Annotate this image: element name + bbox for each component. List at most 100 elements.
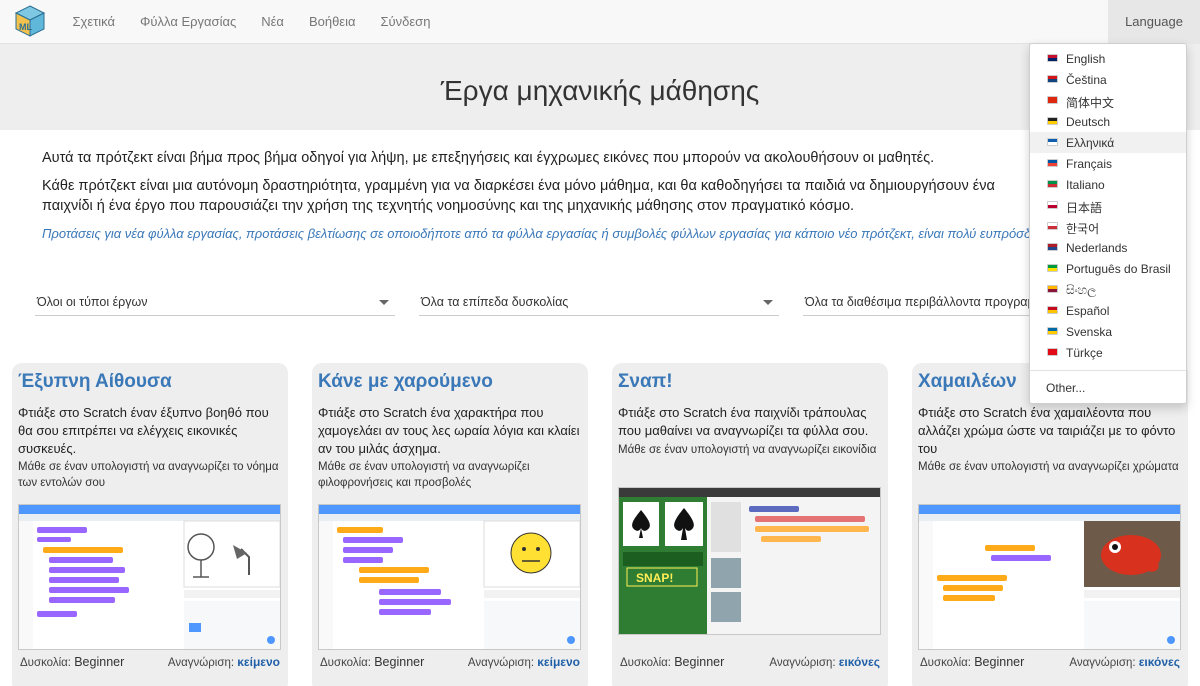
- language-label: Nederlands: [1066, 241, 1128, 255]
- hero-banner: Έργα μηχανικής μάθησης: [0, 44, 1200, 130]
- recognition-value: εικόνες: [838, 655, 880, 669]
- card-title: Χαμαιλέων: [918, 371, 1017, 392]
- project-card-snap[interactable]: Σναπ! Φτιάξε στο Scratch ένα παιχνίδι τρ…: [612, 363, 888, 686]
- language-option-chinese[interactable]: 简体中文: [1030, 90, 1186, 111]
- card-meta: Δυσκολία: Beginner Αναγνώριση: κείμενο: [20, 655, 282, 669]
- language-option-greek[interactable]: Ελληνικά: [1030, 132, 1186, 153]
- language-option-german[interactable]: Deutsch: [1030, 111, 1186, 132]
- nav-link-help[interactable]: Βοήθεια: [296, 0, 368, 44]
- language-option-portuguese-brazil[interactable]: Português do Brasil: [1030, 258, 1186, 279]
- brazil-flag-icon: [1047, 264, 1058, 272]
- recognition: Αναγνώριση: κείμενο: [468, 655, 580, 669]
- difficulty-label: Δυσκολία:: [20, 657, 72, 669]
- chevron-down-icon: [379, 300, 389, 305]
- language-option-swedish[interactable]: Svenska: [1030, 321, 1186, 342]
- language-option-english[interactable]: English: [1030, 48, 1186, 69]
- language-label: සිංහල: [1066, 283, 1097, 297]
- language-option-other[interactable]: Other...: [1046, 381, 1085, 395]
- korea-flag-icon: [1047, 222, 1058, 230]
- difficulty-value: Beginner: [974, 655, 1025, 669]
- recognition-label: Αναγνώριση:: [1069, 657, 1136, 669]
- language-label: 简体中文: [1066, 96, 1115, 110]
- card-meta: Δυσκολία: Beginner Αναγνώριση: εικόνες: [920, 655, 1182, 669]
- language-label: Svenska: [1066, 325, 1113, 339]
- chevron-down-icon: [763, 300, 773, 305]
- intro-paragraph-1: Αυτά τα πρότζεκτ είναι βήμα προς βήμα οδ…: [42, 150, 935, 166]
- recognition-label: Αναγνώριση:: [467, 657, 535, 669]
- page-title: Έργα μηχανικής μάθησης: [440, 75, 760, 106]
- language-option-czech[interactable]: Čeština: [1030, 69, 1186, 90]
- language-option-french[interactable]: Français: [1030, 153, 1186, 174]
- difficulty-label: Δυσκολία:: [620, 657, 672, 669]
- japan-flag-icon: [1047, 201, 1058, 209]
- china-flag-icon: [1047, 96, 1058, 104]
- germany-flag-icon: [1047, 117, 1058, 125]
- top-navbar: ML Σχετικά Φύλλα Εργασίας Νέα Βοήθεια Σύ…: [0, 0, 1200, 44]
- project-card-chameleon[interactable]: Χαμαιλέων Φτιάξε στο Scratch ένα χαμαιλέ…: [912, 363, 1188, 686]
- project-card-smart-classroom[interactable]: Έξυπνη Αίθουσα Φτιάξε στο Scratch έναν έ…: [12, 363, 288, 686]
- snap-banner-text: SNAP!: [636, 571, 673, 585]
- card-meta: Δυσκολία: Beginner Αναγνώριση: κείμενο: [320, 655, 582, 669]
- recognition-value: κείμενο: [237, 655, 280, 669]
- language-label: Italiano: [1066, 178, 1105, 192]
- france-flag-icon: [1047, 159, 1058, 167]
- card-description: Φτιάξε στο Scratch ένα χαμαιλέοντα που α…: [918, 405, 1176, 456]
- language-option-italian[interactable]: Italiano: [1030, 174, 1186, 195]
- recognition-label: Αναγνώριση:: [769, 657, 836, 669]
- nav-link-about[interactable]: Σχετικά: [60, 0, 128, 44]
- language-label: English: [1066, 52, 1106, 66]
- recognition: Αναγνώριση: εικόνες: [769, 655, 880, 669]
- make-me-happy-screenshot: [318, 504, 581, 650]
- card-title: Έξυπνη Αίθουσα: [18, 371, 172, 392]
- chameleon-screenshot: [918, 504, 1181, 650]
- czech-flag-icon: [1047, 75, 1058, 83]
- project-card-make-me-happy[interactable]: Κάνε με χαρούμενο Φτιάξε στο Scratch ένα…: [312, 363, 588, 686]
- language-label: 한국어: [1066, 222, 1100, 236]
- suggestions-link[interactable]: Προτάσεις για νέα φύλλα εργασίας, προτάσ…: [42, 224, 1064, 244]
- language-label: Türkçe: [1066, 346, 1103, 360]
- snap-screenshot: SNAP!: [618, 487, 881, 635]
- card-description: Φτιάξε στο Scratch ένα παιχνίδι τράπουλα…: [618, 405, 869, 438]
- difficulty-filter-value: Όλα τα επίπεδα δυσκολίας: [421, 295, 569, 309]
- uk-flag-icon: [1047, 54, 1058, 62]
- sweden-flag-icon: [1047, 327, 1058, 335]
- spain-flag-icon: [1047, 306, 1058, 314]
- nav-link-login[interactable]: Σύνδεση: [368, 0, 443, 44]
- language-option-spanish[interactable]: Español: [1030, 300, 1186, 321]
- difficulty-value: Beginner: [374, 655, 425, 669]
- project-type-filter[interactable]: Όλοι οι τύποι έργων: [35, 287, 395, 316]
- language-option-japanese[interactable]: 日本語: [1030, 195, 1186, 216]
- turkey-flag-icon: [1047, 348, 1058, 356]
- card-learning-goal: Μάθε σε έναν υπολογιστή να αναγνωρίζει τ…: [18, 461, 279, 489]
- language-label: Čeština: [1066, 73, 1107, 87]
- language-option-dutch[interactable]: Nederlands: [1030, 237, 1186, 258]
- nav-link-news[interactable]: Νέα: [249, 0, 297, 44]
- card-description: Φτιάξε στο Scratch ένα χαρακτήρα που χαμ…: [318, 405, 580, 456]
- nav-link-worksheets[interactable]: Φύλλα Εργασίας: [128, 0, 249, 44]
- language-option-sinhala[interactable]: සිංහල: [1030, 279, 1186, 300]
- intro-paragraph-2: Κάθε πρότζεκτ είναι μια αυτόνομη δραστηρ…: [42, 178, 995, 214]
- card-title: Κάνε με χαρούμενο: [318, 371, 493, 392]
- netherlands-flag-icon: [1047, 243, 1058, 251]
- language-label: 日本語: [1066, 201, 1103, 215]
- card-title: Σναπ!: [618, 371, 673, 392]
- difficulty-label: Δυσκολία:: [920, 657, 972, 669]
- card-meta: Δυσκολία: Beginner Αναγνώριση: εικόνες: [620, 655, 882, 669]
- language-dropdown-menu: English Čeština 简体中文 Deutsch Ελληνικά Fr…: [1029, 43, 1187, 404]
- difficulty-filter[interactable]: Όλα τα επίπεδα δυσκολίας: [419, 287, 779, 316]
- italy-flag-icon: [1047, 180, 1058, 188]
- language-label: Français: [1066, 157, 1113, 171]
- smart-classroom-screenshot: [18, 504, 281, 650]
- ml4k-logo-icon[interactable]: ML: [13, 4, 47, 38]
- recognition: Αναγνώριση: εικόνες: [1069, 655, 1180, 669]
- greece-flag-icon: [1047, 138, 1058, 146]
- sri-lanka-flag-icon: [1047, 285, 1058, 293]
- language-option-korean[interactable]: 한국어: [1030, 216, 1186, 237]
- language-option-turkish[interactable]: Türkçe: [1030, 342, 1186, 363]
- language-label: Ελληνικά: [1066, 136, 1115, 150]
- card-learning-goal: Μάθε σε έναν υπολογιστή να αναγνωρίζει χ…: [918, 461, 1179, 473]
- difficulty-value: Beginner: [74, 655, 125, 669]
- card-description: Φτιάξε στο Scratch έναν έξυπνο βοηθό που…: [18, 405, 269, 456]
- language-button[interactable]: Language: [1108, 0, 1200, 44]
- language-label: Español: [1066, 304, 1110, 318]
